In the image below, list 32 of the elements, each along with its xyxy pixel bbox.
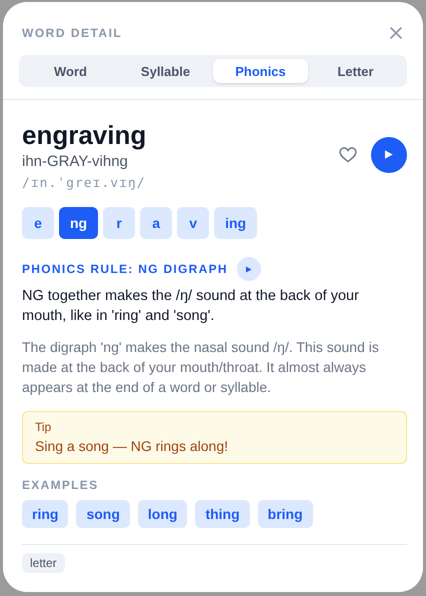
dialog-title: WORD DETAIL [22, 26, 122, 40]
ipa-transcription: /ɪn.ˈgreɪ.vɪŋ/ [22, 176, 146, 191]
close-button[interactable] [389, 26, 403, 40]
examples-heading: EXAMPLES [22, 478, 100, 492]
segment-chip[interactable]: e [22, 207, 54, 239]
play-button[interactable] [371, 136, 407, 172]
tab[interactable]: Word [23, 59, 118, 83]
word-heading: engraving [22, 120, 146, 150]
segment-chip[interactable]: a [140, 207, 172, 239]
segment-chip[interactable]: ng [59, 207, 98, 239]
tip-text: Sing a song — NG rings along! [35, 438, 229, 454]
respelling: ihn-GRAY-vihng [22, 153, 129, 170]
example-word[interactable]: song [76, 500, 130, 528]
tab[interactable]: Phonics [213, 59, 308, 83]
rule-detail: The digraph 'ng' makes the nasal sound /ŋ/. This sound is made at the back of your mouth/throat. It almost always appears at the end of a word or syllable. [22, 338, 380, 397]
play-icon [246, 266, 252, 272]
rule-summary: NG together makes the /ŋ/ sound at the back of your mouth, like in 'ring' and 'song'. [22, 287, 360, 326]
tip-label: Tip [35, 420, 52, 434]
heart-icon[interactable] [339, 146, 357, 162]
segment-chip[interactable]: ing [214, 207, 258, 239]
tab[interactable]: Letter [308, 59, 403, 83]
rule-title: PHONICS RULE: NG DIGRAPH [22, 262, 228, 276]
play-button[interactable] [236, 257, 261, 281]
segment-chip[interactable]: v [177, 207, 210, 239]
tag: letter [22, 553, 65, 573]
example-word[interactable]: long [138, 500, 188, 528]
play-icon [385, 150, 393, 159]
tab[interactable]: Syllable [118, 59, 213, 83]
example-word[interactable]: thing [195, 500, 250, 528]
example-word[interactable]: ring [22, 500, 68, 528]
segment-chip[interactable]: r [103, 207, 136, 239]
example-word[interactable]: bring [258, 500, 313, 528]
